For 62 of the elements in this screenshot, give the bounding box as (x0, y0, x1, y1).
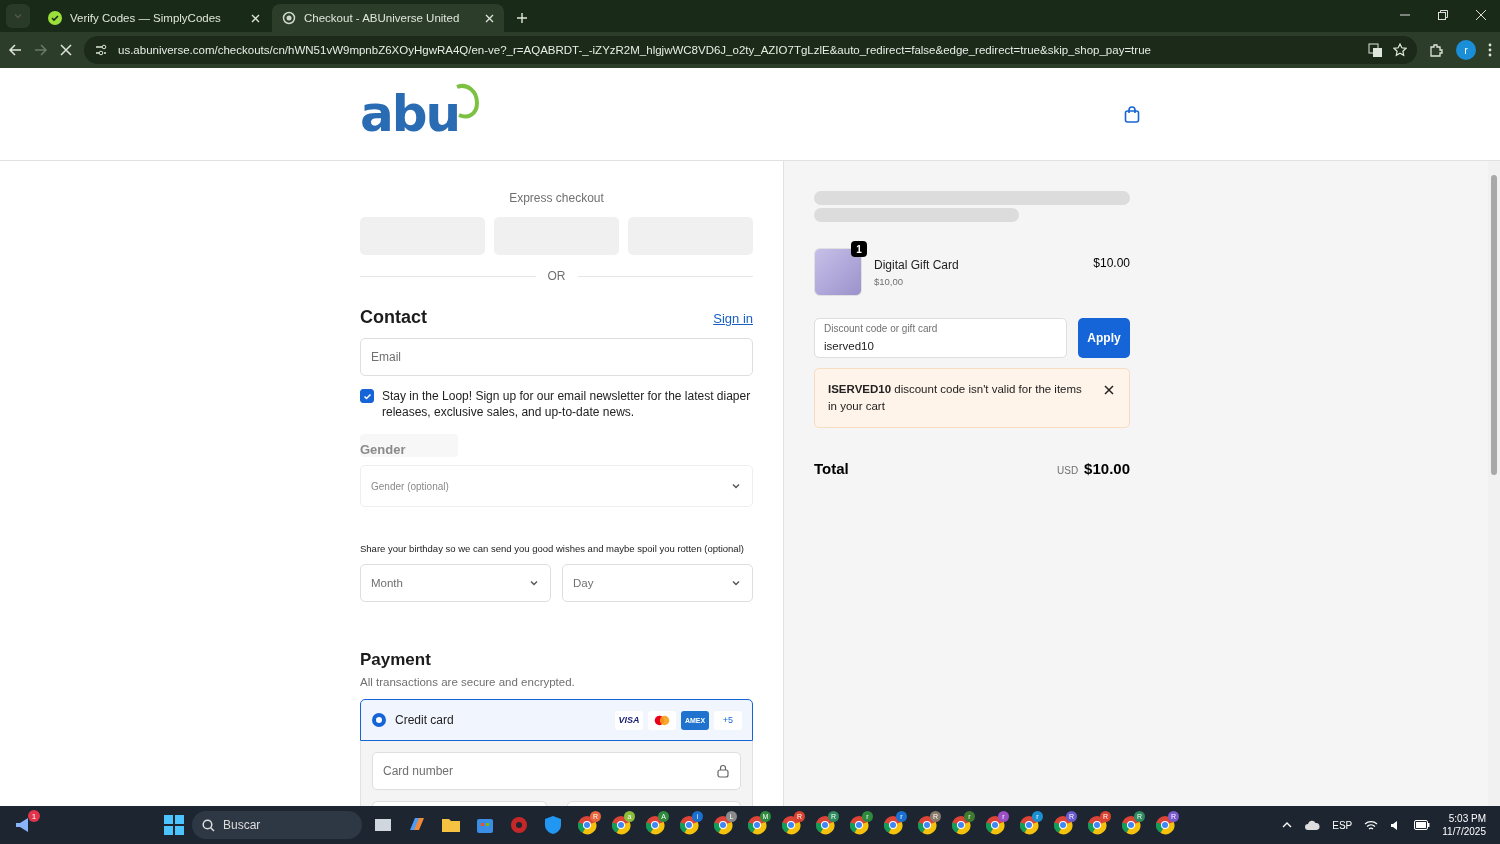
scrollbar-thumb[interactable] (1491, 175, 1497, 475)
store-logo[interactable]: abu (360, 89, 460, 139)
item-unit-price: $10,00 (874, 275, 905, 287)
or-separator: OR (547, 269, 566, 283)
error-message: ISERVED10 discount code isn't valid for the items in your cart (828, 382, 1083, 414)
battery-icon[interactable] (1414, 820, 1431, 830)
stop-icon[interactable] (60, 44, 72, 56)
newsletter-checkbox[interactable] (360, 389, 374, 403)
card-number-field[interactable]: Card number (372, 752, 741, 790)
gender-label: Gender (360, 434, 458, 457)
chevron-up-icon[interactable] (1282, 821, 1293, 829)
close-icon[interactable] (251, 13, 260, 23)
gender-select[interactable]: Gender (optional) (360, 465, 753, 507)
swoosh-icon (455, 83, 480, 119)
payment-heading: Payment (360, 650, 432, 670)
windows-start-icon[interactable] (164, 815, 184, 835)
translate-icon[interactable] (1368, 42, 1383, 58)
discount-field-label: Discount code or gift card (824, 323, 938, 334)
item-price: $10.00 (1093, 256, 1130, 270)
profile-avatar[interactable]: r (1456, 40, 1476, 60)
plus-icon[interactable] (516, 12, 528, 24)
express-checkout-title: Express checkout (509, 191, 604, 205)
shopping-bag-icon[interactable] (1124, 105, 1140, 123)
browser-tab[interactable]: Verify Codes — SimplyCodes (38, 4, 270, 32)
overlapping-circles-icon (648, 710, 676, 730)
browser-tab[interactable]: Checkout - ABUniverse United (272, 4, 504, 32)
star-icon[interactable] (1393, 43, 1407, 57)
menu-icon[interactable] (1488, 43, 1492, 57)
forward-icon[interactable] (34, 43, 48, 57)
contact-heading: Contact (360, 307, 427, 328)
birthday-hint: Share your birthday so we can send you good wishes and maybe spoil you rotten (optional) (360, 543, 745, 554)
email-field[interactable]: Email (360, 338, 753, 376)
cloud-icon[interactable] (1304, 819, 1321, 831)
language-indicator[interactable]: ESP (1332, 819, 1353, 831)
wifi-icon[interactable] (1364, 819, 1379, 831)
taskbar-search[interactable]: Buscar (192, 811, 362, 839)
total-amount: $10.00 (1084, 460, 1130, 477)
extensions-icon[interactable] (1429, 42, 1444, 58)
notification-badge: 1 (28, 810, 40, 822)
close-icon[interactable] (485, 13, 494, 23)
apply-button[interactable]: Apply (1078, 318, 1130, 358)
payment-subtitle: All transactions are secure and encrypted. (360, 676, 576, 688)
clock[interactable]: 5:03 PM 11/7/2025 (1442, 812, 1486, 838)
spinner-icon (282, 11, 296, 25)
quantity-badge: 1 (851, 241, 867, 257)
checkmark-logo-icon (48, 11, 62, 25)
site-settings-icon[interactable] (94, 43, 108, 57)
total-label: Total (814, 460, 849, 477)
checkmark-icon (362, 391, 372, 401)
birthday-select[interactable]: Month (360, 564, 551, 602)
radio-button[interactable] (372, 713, 386, 727)
search-icon (202, 818, 215, 832)
birthday-select[interactable]: Day (562, 564, 753, 602)
visa-logo: VISA (615, 710, 643, 730)
item-name: Digital Gift Card (874, 257, 959, 272)
more-brands-count: +5 (714, 710, 742, 730)
lock-icon (717, 764, 729, 778)
newsletter-label: Stay in the Loop! Sign up for our email newsletter for the latest diaper releases, exclusive sales, and up-to-date news. (382, 388, 752, 420)
back-icon[interactable] (8, 43, 22, 57)
sign-in-link[interactable]: Sign in (713, 311, 753, 326)
payment-method-label: Credit card (395, 713, 454, 727)
currency-code: USD (1057, 465, 1079, 476)
